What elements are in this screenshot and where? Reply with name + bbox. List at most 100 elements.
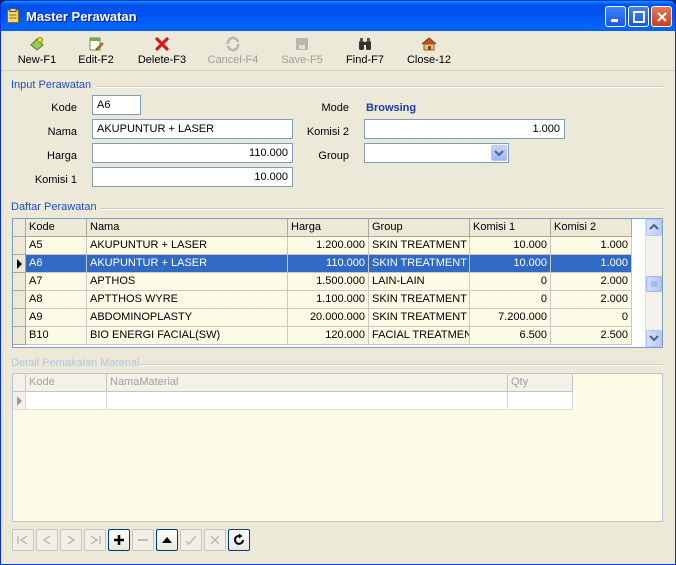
grip-icon — [651, 281, 657, 287]
cell-kode: A7 — [26, 273, 87, 291]
cancel-refresh-icon — [226, 36, 240, 52]
detail-cell-qty[interactable] — [508, 392, 573, 410]
group-label: Group — [318, 150, 349, 162]
input-perawatan-title: Input Perawatan — [11, 79, 92, 91]
plus-icon — [114, 535, 124, 545]
edit-record-button[interactable] — [156, 529, 178, 551]
komisi2-input[interactable]: 1.000 — [364, 119, 565, 139]
delete-button[interactable]: Delete-F3 — [133, 33, 191, 69]
cell-komisi1: 0 — [470, 273, 551, 291]
edit-button[interactable]: Edit-F2 — [71, 33, 121, 69]
maximize-icon — [633, 11, 645, 23]
first-record-button[interactable] — [12, 529, 34, 551]
cell-kode: B10 — [26, 327, 87, 345]
delete-label: Delete-F3 — [137, 54, 187, 66]
new-record-icon — [30, 37, 44, 51]
edit-label: Edit-F2 — [78, 54, 114, 66]
cell-nama: ABDOMINOPLASTY — [87, 309, 288, 327]
chevron-down-icon — [494, 150, 504, 157]
header-harga[interactable]: Harga — [288, 219, 369, 237]
chevron-up-icon — [649, 223, 659, 230]
x-icon — [210, 535, 220, 545]
current-row-arrow-icon — [17, 396, 22, 406]
detail-cell-namamaterial[interactable] — [107, 392, 508, 410]
kode-input[interactable]: A6 — [92, 95, 141, 115]
cancel-button[interactable]: Cancel-F4 — [205, 33, 261, 69]
daftar-group-divider — [101, 208, 663, 210]
master-perawatan-window: Master Perawatan New-F1 Edit-F2 Delete-F… — [0, 0, 676, 565]
save-disk-icon — [296, 38, 308, 50]
cell-komisi2: 1.000 — [551, 237, 632, 255]
detail-material-grid[interactable]: Kode NamaMaterial Qty — [12, 373, 663, 522]
minimize-button[interactable] — [605, 6, 626, 27]
row-indicator — [13, 255, 26, 273]
mode-value: Browsing — [366, 102, 417, 114]
new-button[interactable]: New-F1 — [11, 33, 63, 69]
detail-header-kode[interactable]: Kode — [26, 374, 107, 392]
grid-vertical-scrollbar[interactable] — [645, 219, 662, 347]
refresh-button[interactable] — [228, 529, 250, 551]
save-button[interactable]: Save-F5 — [277, 33, 327, 69]
cell-komisi1: 10.000 — [470, 237, 551, 255]
close-window-button[interactable] — [651, 6, 672, 27]
next-record-button[interactable] — [60, 529, 82, 551]
cell-komisi1: 10.000 — [470, 255, 551, 273]
cell-group: SKIN TREATMENT — [369, 255, 470, 273]
check-icon — [185, 535, 197, 546]
detail-group-divider — [139, 364, 663, 366]
close-label: Close-12 — [406, 54, 452, 66]
insert-record-button[interactable] — [108, 529, 130, 551]
detail-header-namamaterial[interactable]: NamaMaterial — [107, 374, 508, 392]
cell-komisi1: 6.500 — [470, 327, 551, 345]
binoculars-icon — [359, 38, 371, 50]
header-komisi1[interactable]: Komisi 1 — [470, 219, 551, 237]
cell-group: SKIN TREATMENT — [369, 291, 470, 309]
cell-nama: APTHOS — [87, 273, 288, 291]
scroll-up-button[interactable] — [646, 219, 662, 236]
toolbar: New-F1 Edit-F2 Delete-F3 Cancel-F4 Save-… — [1, 31, 675, 71]
detail-header-qty[interactable]: Qty — [508, 374, 573, 392]
scroll-down-button[interactable] — [646, 330, 662, 347]
find-button[interactable]: Find-F7 — [341, 33, 389, 69]
komisi1-input[interactable]: 10.000 — [92, 167, 293, 187]
prior-icon — [42, 535, 51, 545]
row-indicator — [13, 237, 26, 255]
cell-kode: A9 — [26, 309, 87, 327]
cell-harga: 1.200.000 — [288, 237, 369, 255]
title-bar[interactable]: Master Perawatan — [1, 1, 675, 31]
maximize-button[interactable] — [628, 6, 649, 27]
komisi1-label: Komisi 1 — [34, 174, 77, 186]
last-record-button[interactable] — [84, 529, 106, 551]
cancel-edit-button[interactable] — [204, 529, 226, 551]
header-kode[interactable]: Kode — [26, 219, 87, 237]
chevron-down-icon — [649, 335, 659, 342]
header-nama[interactable]: Nama — [87, 219, 288, 237]
last-icon — [90, 535, 101, 545]
home-icon — [421, 37, 437, 51]
close-button[interactable]: Close-12 — [403, 33, 455, 69]
daftar-perawatan-grid[interactable]: Kode Nama Harga Group Komisi 1 Komisi 2 … — [12, 218, 663, 348]
header-komisi2[interactable]: Komisi 2 — [551, 219, 632, 237]
cell-group: SKIN TREATMENT — [369, 237, 470, 255]
clipboard-icon — [7, 8, 19, 23]
kode-label: Kode — [51, 102, 77, 114]
harga-input[interactable]: 110.000 — [92, 143, 293, 163]
refresh-icon — [234, 533, 244, 545]
header-group[interactable]: Group — [369, 219, 470, 237]
group-dropdown-button[interactable] — [491, 145, 507, 161]
cell-komisi1: 0 — [470, 291, 551, 309]
cell-komisi2: 2.500 — [551, 327, 632, 345]
nama-input[interactable]: AKUPUNTUR + LASER — [92, 119, 293, 139]
triangle-up-icon — [162, 537, 172, 543]
detail-cell-kode[interactable] — [26, 392, 107, 410]
scroll-thumb[interactable] — [646, 276, 662, 292]
cell-komisi2: 2.000 — [551, 273, 632, 291]
new-label: New-F1 — [17, 54, 57, 66]
window-title: Master Perawatan — [26, 9, 137, 24]
group-select[interactable] — [364, 143, 509, 163]
prior-record-button[interactable] — [36, 529, 58, 551]
close-icon — [657, 12, 667, 22]
minus-icon — [138, 539, 148, 541]
post-record-button[interactable] — [180, 529, 202, 551]
delete-record-button[interactable] — [132, 529, 154, 551]
